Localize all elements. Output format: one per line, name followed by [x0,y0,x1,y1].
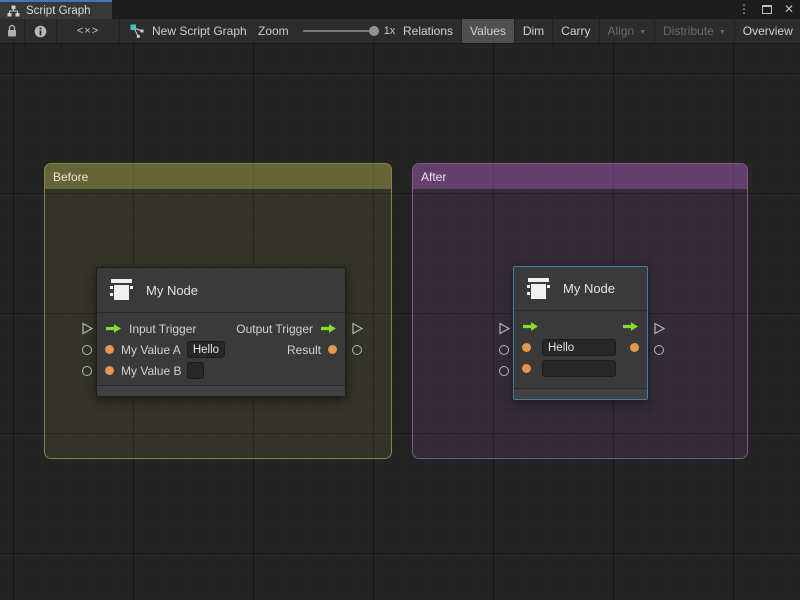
lock-icon [6,24,18,38]
my-value-b-field[interactable] [187,362,204,379]
info-icon [34,25,47,38]
group-before-label: Before [53,170,88,184]
flow-output-arrow-icon[interactable] [320,323,337,334]
external-value-port-icon[interactable] [82,366,92,376]
kebab-menu-icon[interactable]: ⋮ [738,0,750,19]
node-after-header[interactable]: My Node [514,267,647,311]
code-view-button[interactable]: <×> [57,19,120,43]
value-port-row: My Value A Result [97,339,345,360]
node-after-body [514,311,647,379]
new-script-graph-button[interactable]: New Script Graph [130,19,247,43]
node-before-body: Input Trigger Output Trigger My Value A … [97,313,345,381]
new-script-graph-label: New Script Graph [152,24,247,38]
my-value-a-field[interactable] [187,341,225,358]
value-input-port-icon[interactable] [522,343,531,352]
flow-input-arrow-icon[interactable] [522,321,539,332]
lock-button[interactable] [0,19,25,43]
node-title: My Node [146,283,198,298]
value-input-port-icon[interactable] [522,364,531,373]
tab-script-graph[interactable]: Script Graph [0,0,112,19]
window-controls: ⋮ ✕ [738,0,794,19]
maximize-icon[interactable] [762,5,772,14]
unit-box-icon [106,275,136,305]
new-graph-icon [130,24,145,38]
value-output-port-icon[interactable] [328,345,337,354]
node-title: My Node [563,281,615,296]
external-value-port-icon[interactable] [352,345,362,355]
node-footer [514,388,647,399]
code-view-icon: <×> [77,25,99,37]
external-flow-port-icon[interactable] [81,322,94,335]
unit-box-icon [523,274,553,304]
external-value-port-icon[interactable] [82,345,92,355]
flow-input-arrow-icon[interactable] [105,323,122,334]
value-input-port-icon[interactable] [105,366,114,375]
external-value-port-icon[interactable] [654,345,664,355]
node-before-header[interactable]: My Node [97,268,345,313]
external-flow-port-icon[interactable] [653,322,666,335]
carry-button[interactable]: Carry [553,19,599,43]
my-value-a-label: My Value A [121,343,181,357]
value-port-row [514,358,647,379]
node-my-node-after[interactable]: My Node [513,266,648,400]
flow-port-row: Input Trigger Output Trigger [97,318,345,339]
info-button[interactable] [25,19,57,43]
dim-button[interactable]: Dim [515,19,553,43]
values-button[interactable]: Values [462,19,515,43]
tab-bar: Script Graph ⋮ ✕ [0,0,800,19]
flow-output-arrow-icon[interactable] [622,321,639,332]
value-b-field[interactable] [542,360,616,377]
close-icon[interactable]: ✕ [784,0,794,19]
node-my-node-before[interactable]: My Node Input Trigger Output Trigger [96,267,346,397]
flow-port-row [514,316,647,337]
group-after-label: After [421,170,446,184]
zoom-value: 1x [384,25,396,37]
value-port-row [514,337,647,358]
group-before-header[interactable]: Before [45,164,391,189]
align-dropdown[interactable]: Align ▼ [600,19,656,43]
output-trigger-label: Output Trigger [236,322,313,336]
value-a-field[interactable] [542,339,616,356]
zoom-control: Zoom 1x [258,19,395,43]
external-flow-port-icon[interactable] [351,322,364,335]
toolbar-right-group: Relations Values Dim Carry Align ▼ Distr… [395,19,800,43]
external-value-port-icon[interactable] [499,345,509,355]
relations-button[interactable]: Relations [395,19,462,43]
script-graph-window: Script Graph ⋮ ✕ <×> [0,0,800,600]
input-trigger-label: Input Trigger [129,322,196,336]
node-footer [97,385,345,396]
graph-toolbar: <×> New Script Graph Zoom 1x Relations [0,19,800,44]
tab-label: Script Graph [26,5,91,17]
graph-canvas[interactable]: Before After My Node [0,44,800,600]
overview-button[interactable]: Overview [735,19,800,43]
chevron-down-icon: ▼ [719,29,726,36]
distribute-dropdown[interactable]: Distribute ▼ [655,19,735,43]
zoom-slider-handle[interactable] [369,26,379,36]
chevron-down-icon: ▼ [639,29,646,36]
group-after-header[interactable]: After [413,164,747,189]
my-value-b-label: My Value B [121,364,181,378]
value-output-port-icon[interactable] [630,343,639,352]
zoom-label: Zoom [258,24,289,38]
result-label: Result [287,343,321,357]
value-port-row: My Value B [97,360,345,381]
value-input-port-icon[interactable] [105,345,114,354]
external-value-port-icon[interactable] [499,366,509,376]
graph-hierarchy-icon [7,5,20,17]
zoom-slider[interactable] [303,30,375,32]
external-flow-port-icon[interactable] [498,322,511,335]
